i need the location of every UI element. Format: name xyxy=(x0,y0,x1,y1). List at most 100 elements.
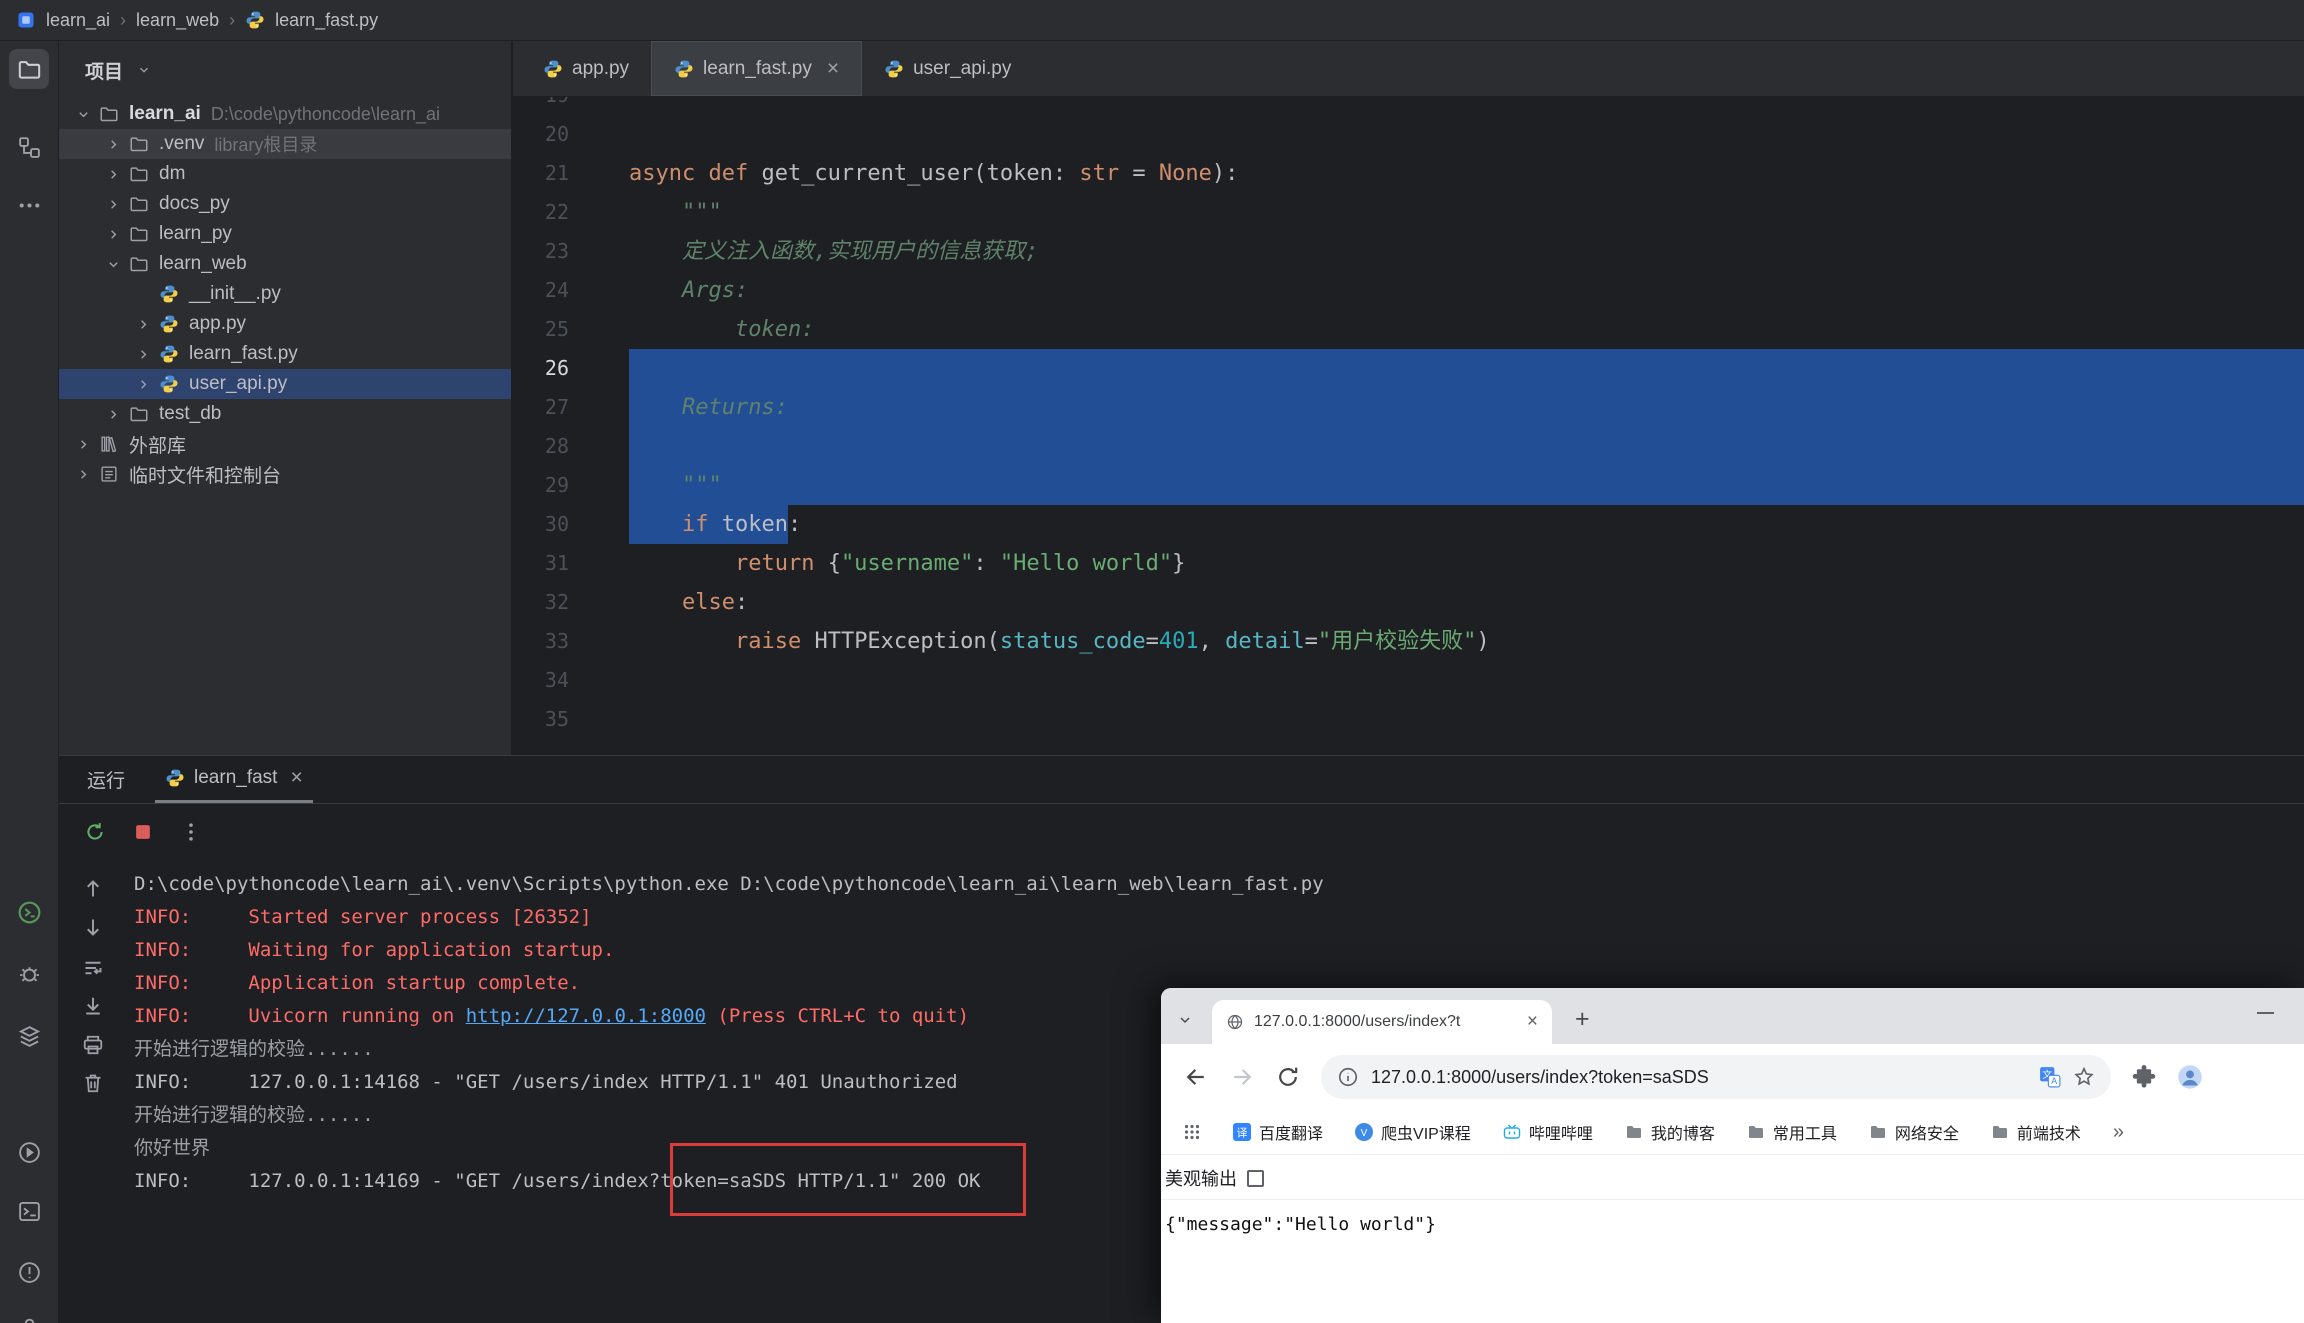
close-tab-icon[interactable]: × xyxy=(1527,1011,1538,1033)
tree-item-learn_py[interactable]: learn_py xyxy=(59,219,511,249)
chevron-right-icon[interactable] xyxy=(100,162,126,186)
project-tree: learn_aiD:\code\pythoncode\learn_ai.venv… xyxy=(59,99,511,489)
bookmarks-overflow-chevron[interactable]: » xyxy=(2113,1121,2124,1144)
bookmark-常用工具[interactable]: 常用工具 xyxy=(1747,1120,1837,1144)
code-editor[interactable]: 192021async def get_current_user(token: … xyxy=(513,97,2304,754)
bili-favicon xyxy=(1503,1123,1521,1141)
tree-item-learn_ai[interactable]: learn_aiD:\code\pythoncode\learn_ai xyxy=(59,99,511,129)
more-tool-button[interactable] xyxy=(9,185,49,225)
tree-item-test_db[interactable]: test_db xyxy=(59,399,511,429)
line-number: 26 xyxy=(513,349,569,388)
tree-item-外部库[interactable]: 外部库 xyxy=(59,429,511,459)
profile-avatar[interactable] xyxy=(2177,1064,2203,1090)
tree-item-user_api.py[interactable]: user_api.py xyxy=(59,369,511,399)
scroll-to-end-icon[interactable] xyxy=(81,994,107,1020)
pretty-print-checkbox[interactable] xyxy=(1247,1170,1264,1187)
clear-icon[interactable] xyxy=(81,1071,107,1097)
address-bar[interactable]: 127.0.0.1:8000/users/index?token=saSDS 文… xyxy=(1321,1055,2111,1099)
user-tool-button[interactable] xyxy=(9,1307,49,1323)
scratch-icon xyxy=(96,463,122,485)
new-tab-button[interactable]: + xyxy=(1575,1005,1590,1034)
code-text: """ xyxy=(629,466,2304,505)
tree-item-__init__.py[interactable]: __init__.py xyxy=(59,279,511,309)
services-tool-button[interactable] xyxy=(9,1132,49,1172)
tree-item-.venv[interactable]: .venvlibrary根目录 xyxy=(59,129,511,159)
chevron-down-icon[interactable] xyxy=(100,252,126,276)
editor-tab-user_api.py[interactable]: user_api.py xyxy=(862,41,1033,96)
bookmark-label: 哔哩哔哩 xyxy=(1529,1120,1593,1144)
code-text: async def get_current_user(token: str = … xyxy=(629,154,2304,193)
line-number: 19 xyxy=(513,97,569,115)
console-url-link[interactable]: http://127.0.0.1:8000 xyxy=(466,1005,706,1027)
project-tool-button[interactable] xyxy=(9,49,49,89)
more-options-button[interactable] xyxy=(179,820,203,844)
bookmark-网络安全[interactable]: 网络安全 xyxy=(1869,1120,1959,1144)
tree-item-app.py[interactable]: app.py xyxy=(59,309,511,339)
arrow-up-icon[interactable] xyxy=(81,877,107,903)
chevron-right-icon[interactable] xyxy=(100,132,126,156)
chevron-right-icon[interactable] xyxy=(130,372,156,396)
tree-item-label: __init__.py xyxy=(189,283,281,305)
chevron-right-icon[interactable] xyxy=(100,222,126,246)
tab-search-chevron-icon[interactable] xyxy=(1171,1006,1199,1034)
minimize-button[interactable] xyxy=(2257,1012,2274,1014)
back-button[interactable] xyxy=(1183,1064,1209,1090)
tree-item-临时文件和控制台[interactable]: 临时文件和控制台 xyxy=(59,459,511,489)
python-packages-tool-button[interactable] xyxy=(9,1016,49,1056)
chevron-right-icon[interactable] xyxy=(70,432,96,456)
translate-icon[interactable]: 文A xyxy=(2039,1066,2061,1088)
chevron-right-icon[interactable] xyxy=(70,462,96,486)
breadcrumb-item-learn_ai[interactable]: learn_ai xyxy=(46,10,110,31)
breadcrumb-item-learn_fast.py[interactable]: learn_fast.py xyxy=(275,10,378,31)
run-tab-learn_fast[interactable]: learn_fast × xyxy=(155,756,313,803)
soft-wrap-icon[interactable] xyxy=(81,956,107,982)
bookmark-哔哩哔哩[interactable]: 哔哩哔哩 xyxy=(1503,1120,1593,1144)
bookmark-label: 网络安全 xyxy=(1895,1120,1959,1144)
url-text[interactable]: 127.0.0.1:8000/users/index?token=saSDS xyxy=(1371,1067,2027,1088)
browser-tab[interactable]: 127.0.0.1:8000/users/index?t × xyxy=(1212,1000,1552,1044)
chevron-right-icon[interactable] xyxy=(130,342,156,366)
arrow-down-icon[interactable] xyxy=(81,915,107,941)
tree-item-docs_py[interactable]: docs_py xyxy=(59,189,511,219)
bookmark-百度翻译[interactable]: 译百度翻译 xyxy=(1233,1120,1323,1144)
editor-tab-app.py[interactable]: app.py xyxy=(521,41,651,96)
print-icon[interactable] xyxy=(81,1033,107,1059)
close-tab-icon[interactable]: × xyxy=(827,57,839,81)
terminal-tool-button[interactable] xyxy=(9,1191,49,1231)
tool-window-strip xyxy=(0,41,59,1323)
python-file-icon xyxy=(156,343,182,365)
tree-item-dm[interactable]: dm xyxy=(59,159,511,189)
bookmark-star-icon[interactable] xyxy=(2073,1066,2095,1088)
bookmark-我的博客[interactable]: 我的博客 xyxy=(1625,1120,1715,1144)
problems-tool-button[interactable] xyxy=(9,1252,49,1292)
line-number: 27 xyxy=(513,388,569,427)
extensions-icon[interactable] xyxy=(2131,1064,2157,1090)
editor-tab-learn_fast.py[interactable]: learn_fast.py× xyxy=(651,41,862,96)
chevron-right-icon[interactable] xyxy=(100,402,126,426)
python-console-tool-button[interactable] xyxy=(9,892,49,932)
folder-icon xyxy=(126,193,152,215)
refresh-button[interactable] xyxy=(1275,1064,1301,1090)
rerun-button[interactable] xyxy=(83,820,107,844)
bookmark-爬虫VIP课程[interactable]: V爬虫VIP课程 xyxy=(1355,1120,1471,1144)
chevron-right-icon[interactable] xyxy=(130,312,156,336)
stop-button[interactable] xyxy=(131,820,155,844)
chevron-down-icon[interactable] xyxy=(131,58,157,82)
debugger-tool-button[interactable] xyxy=(9,953,49,993)
browser-toolbar: 127.0.0.1:8000/users/index?token=saSDS 文… xyxy=(1161,1044,2304,1110)
structure-tool-button[interactable] xyxy=(9,127,49,167)
apps-grid-icon[interactable] xyxy=(1183,1123,1201,1141)
chevron-down-icon[interactable] xyxy=(70,102,96,126)
tree-item-learn_fast.py[interactable]: learn_fast.py xyxy=(59,339,511,369)
project-panel-header[interactable]: 项目 xyxy=(59,41,511,99)
close-run-tab-icon[interactable]: × xyxy=(290,766,302,790)
forward-button[interactable] xyxy=(1229,1064,1255,1090)
site-info-icon[interactable] xyxy=(1337,1066,1359,1088)
breadcrumb: learn_ai›learn_web›learn_fast.py xyxy=(0,0,2304,41)
line-number: 30 xyxy=(513,505,569,544)
tree-item-learn_web[interactable]: learn_web xyxy=(59,249,511,279)
breadcrumb-item-learn_web[interactable]: learn_web xyxy=(136,10,219,31)
chevron-right-icon[interactable] xyxy=(100,192,126,216)
bookmark-前端技术[interactable]: 前端技术 xyxy=(1991,1120,2081,1144)
pretty-print-label: 美观输出 xyxy=(1165,1165,1237,1191)
